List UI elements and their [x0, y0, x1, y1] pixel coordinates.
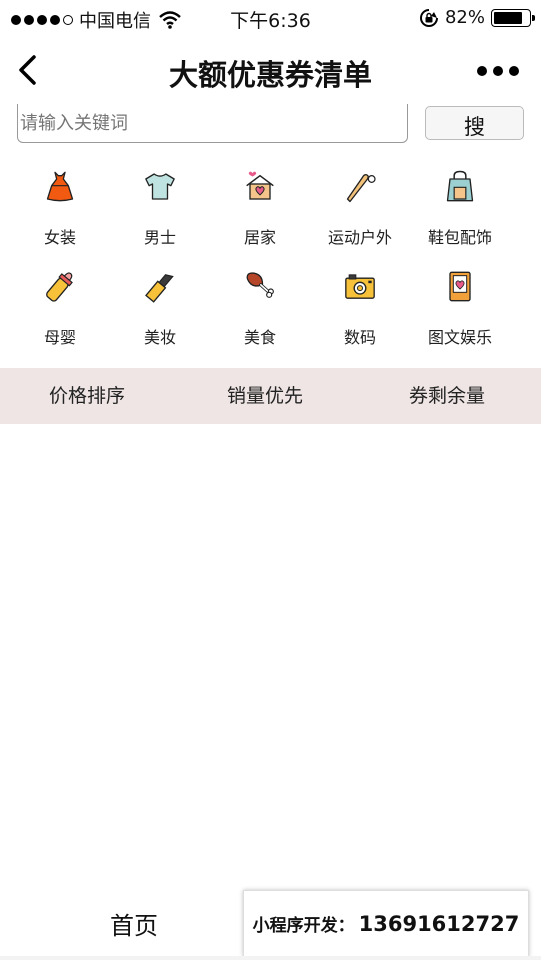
page-title: 大额优惠券清单	[168, 58, 372, 92]
search-button[interactable]: 搜	[425, 106, 524, 140]
category-label: 美妆	[143, 328, 176, 347]
nav-bar: 大额优惠券清单	[0, 36, 541, 104]
sort-by-price[interactable]: 价格排序	[49, 368, 125, 424]
category-item-beauty[interactable]: 美妆	[110, 265, 210, 348]
tab-home[interactable]: 首页	[110, 906, 158, 941]
category-item-bags[interactable]: 鞋包配饰	[410, 165, 510, 248]
camera-icon	[345, 274, 375, 299]
developer-banner-label: 小程序开发：	[252, 916, 355, 936]
category-label: 运动户外	[327, 228, 392, 247]
category-label: 数码	[343, 328, 376, 347]
category-item-baby[interactable]: 母婴	[10, 265, 110, 348]
category-label: 女装	[43, 228, 76, 247]
drumstick-icon	[246, 272, 274, 298]
rotation-lock-icon	[420, 8, 438, 27]
sort-by-remaining[interactable]: 券剩余量	[409, 368, 485, 424]
category-label: 母婴	[43, 328, 76, 347]
bottom-edge	[0, 956, 541, 960]
category-item-men[interactable]: 男士	[110, 165, 210, 248]
category-label: 男士	[143, 228, 176, 247]
status-right: 82%	[419, 7, 535, 28]
category-item-home[interactable]: 居家	[210, 165, 310, 248]
category-grid: 女装 男士 居家 运动户外 鞋包配饰 母婴 美妆 美食 数码 图文娱乐	[10, 165, 510, 348]
bag-icon	[446, 170, 474, 202]
category-label: 居家	[243, 228, 276, 247]
category-item-women[interactable]: 女装	[10, 165, 110, 248]
search-input[interactable]	[17, 104, 408, 143]
developer-phone: 13691612727	[358, 911, 520, 936]
category-label: 鞋包配饰	[427, 228, 492, 247]
status-bar: 中国电信 下午6:36 82%	[0, 0, 541, 36]
baby-bottle-icon	[46, 272, 73, 302]
book-icon	[449, 271, 471, 302]
category-item-sports[interactable]: 运动户外	[310, 165, 410, 248]
category-label: 美食	[243, 328, 276, 347]
category-item-entertainment[interactable]: 图文娱乐	[410, 265, 510, 348]
sort-bar: 价格排序 销量优先 券剩余量	[0, 368, 541, 424]
battery-percent: 82%	[444, 7, 485, 28]
sort-by-sales[interactable]: 销量优先	[227, 368, 303, 424]
category-item-food[interactable]: 美食	[210, 265, 310, 348]
more-icon[interactable]	[477, 66, 519, 76]
lipstick-icon	[145, 274, 174, 303]
tshirt-icon	[145, 173, 175, 200]
category-item-digital[interactable]: 数码	[310, 265, 410, 348]
baseball-bat-icon	[346, 174, 376, 203]
house-icon	[246, 171, 274, 200]
developer-banner: 小程序开发： 13691612727	[243, 890, 529, 957]
category-label: 图文娱乐	[427, 328, 492, 347]
dress-icon	[46, 171, 74, 202]
battery-icon	[491, 8, 535, 27]
